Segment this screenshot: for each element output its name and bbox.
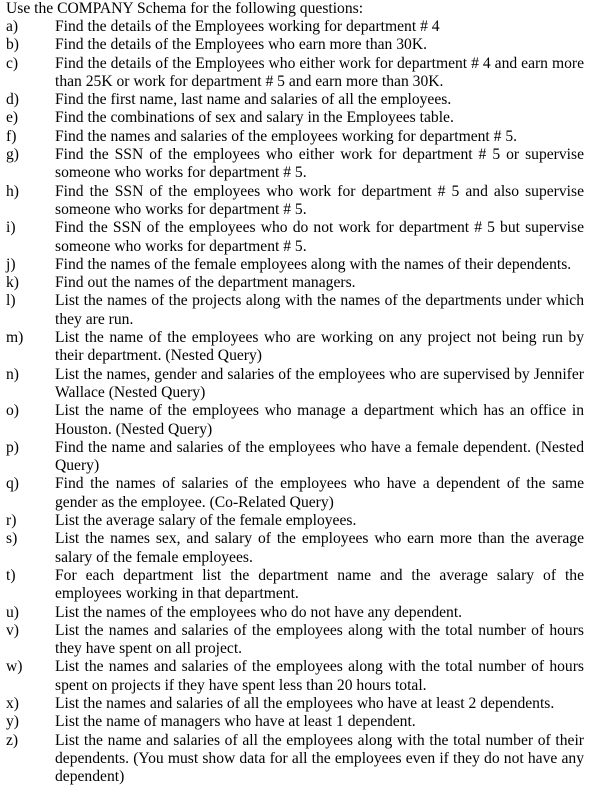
question-text: Find the names of the female employees a… [55, 255, 572, 273]
question-label: c) [6, 54, 19, 72]
question-item: k) Find out the names of the department m… [6, 274, 584, 292]
question-item: e) Find the combinations of sex and salar… [6, 109, 584, 127]
question-label: g) [6, 146, 19, 164]
question-text: List the names, gender and salaries of t… [55, 365, 584, 401]
question-label: e) [6, 109, 19, 127]
question-item: a) Find the details of the Employees work… [6, 18, 584, 36]
question-item: u) List the names of the employees who do… [6, 604, 584, 622]
question-text: Find the details of the Employees who ei… [55, 54, 584, 90]
question-item: i) Find the SSN of the employees who do n… [6, 219, 584, 256]
question-item: t) For each department list the departmen… [6, 567, 584, 604]
question-label: k) [6, 274, 19, 292]
question-text: List the name of the employees who are w… [55, 329, 584, 365]
question-text: List the names of the projects along wit… [55, 292, 584, 328]
question-text: Find the details of the Employees workin… [55, 18, 440, 35]
question-text: Find the first name, last name and salar… [55, 91, 452, 109]
question-label: h) [6, 182, 19, 200]
question-item: g) Find the SSN of the employees who eith… [6, 146, 584, 183]
question-label: u) [6, 603, 19, 621]
question-label: a) [6, 18, 19, 35]
question-label: d) [6, 91, 19, 109]
question-label: x) [6, 694, 19, 712]
question-label: y) [6, 713, 19, 731]
question-item: d) Find the first name, last name and sal… [6, 91, 584, 109]
question-text: Find out the names of the department man… [55, 274, 356, 292]
question-label: m) [6, 329, 24, 347]
question-text: List the name of managers who have at le… [55, 713, 416, 731]
document: Use the COMPANY Schema for the following… [6, 0, 584, 786]
question-label: j) [6, 255, 16, 273]
question-item: w) List the names and salaries of the emp… [6, 658, 584, 695]
intro-text: Use the COMPANY Schema for the following… [6, 0, 364, 17]
question-list: a) Find the details of the Employees work… [6, 18, 584, 786]
question-text: Find the SSN of the employees who work f… [55, 182, 584, 218]
question-text: For each department list the department … [55, 566, 584, 603]
question-item: o) List the name of the employees who man… [6, 402, 584, 439]
question-item: z) List the name and salaries of all the … [6, 732, 584, 787]
question-item: n) List the names, gender and salaries of… [6, 366, 584, 403]
question-text: List the name and salaries of all the em… [55, 731, 584, 786]
question-text: Find the SSN of the employees who either… [55, 146, 584, 182]
question-item: s) List the names sex, and salary of the … [6, 530, 584, 567]
question-text: Find the combinations of sex and salary … [55, 109, 454, 127]
question-text: List the names and salaries of all the e… [55, 694, 555, 712]
question-item: x) List the names and salaries of all the… [6, 695, 584, 713]
question-label: p) [6, 438, 19, 456]
question-item: l) List the names of the projects along w… [6, 292, 584, 329]
question-item: h) Find the SSN of the employees who work… [6, 183, 584, 220]
question-label: f) [6, 127, 17, 145]
question-text: Find the details of the Employees who ea… [55, 36, 427, 54]
question-label: b) [6, 36, 19, 54]
question-label: l) [6, 292, 16, 310]
question-item: v) List the names and salaries of the emp… [6, 622, 584, 659]
question-item: q) Find the names of salaries of the empl… [6, 475, 584, 512]
question-label: q) [6, 475, 19, 493]
question-item: j) Find the names of the female employees… [6, 256, 584, 274]
question-label: v) [6, 621, 19, 639]
question-item: r) List the average salary of the female … [6, 512, 584, 530]
question-label: o) [6, 402, 19, 420]
question-text: List the names of the employees who do n… [55, 603, 463, 621]
question-item: b) Find the details of the Employees who … [6, 36, 584, 54]
question-label: n) [6, 365, 19, 383]
question-label: t) [6, 566, 16, 584]
question-label: z) [6, 731, 19, 749]
question-label: r) [6, 512, 17, 530]
question-item: m) List the name of the employees who are… [6, 329, 584, 366]
question-text: Find the SSN of the employees who do not… [55, 219, 584, 255]
question-label: w) [6, 658, 23, 676]
question-text: List the names sex, and salary of the em… [55, 530, 584, 566]
question-label: s) [6, 530, 18, 548]
question-label: i) [6, 219, 16, 237]
question-item: f) Find the names and salaries of the emp… [6, 128, 584, 146]
question-item: p) Find the name and salaries of the emp… [6, 439, 584, 476]
question-item: c) Find the details of the Employees who … [6, 55, 584, 92]
question-text: Find the names of salaries of the employ… [55, 475, 584, 511]
question-text: List the average salary of the female em… [55, 512, 357, 530]
question-text: Find the name and salaries of the employ… [55, 438, 584, 475]
question-text: List the names and salaries of the emplo… [55, 621, 584, 658]
question-text: Find the names and salaries of the emplo… [55, 127, 518, 145]
question-item: y) List the name of managers who have at … [6, 713, 584, 731]
question-text: List the names and salaries of the emplo… [55, 658, 584, 694]
question-text: List the name of the employees who manag… [55, 402, 584, 438]
